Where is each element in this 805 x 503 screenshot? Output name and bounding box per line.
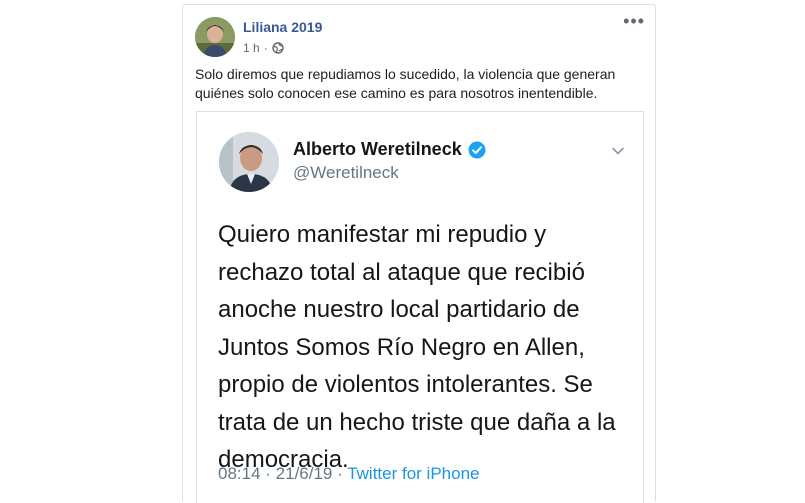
globe-icon[interactable]	[271, 42, 284, 54]
post-meta: 1 h ·	[243, 41, 284, 55]
tweet-body-text: Quiero manifestar mi repudio y rechazo t…	[218, 221, 616, 473]
meta-separator: ·	[263, 41, 268, 55]
tweet-separator: ·	[260, 464, 276, 483]
chevron-down-icon	[612, 147, 624, 155]
post-timestamp[interactable]: 1 h	[243, 41, 260, 55]
post-author-name[interactable]: Liliana 2019	[243, 19, 322, 35]
tweet-footer: 08:14 · 21/6/19 · Twitter for iPhone	[218, 464, 479, 484]
embedded-tweet-screenshot[interactable]: Alberto Weretilneck @Weretilneck Quiero …	[196, 111, 644, 503]
post-text: Solo diremos que repudiamos lo sucedido,…	[195, 66, 616, 101]
tweet-author-handle: @Weretilneck	[293, 163, 399, 182]
tweet-date: 21/6/19	[275, 464, 333, 483]
facebook-post-card: Liliana 2019 1 h · ••• Solo diremos que …	[182, 4, 656, 503]
tweet-author-name: Alberto Weretilneck	[293, 139, 486, 160]
verified-badge-icon	[468, 141, 486, 158]
tweet-time: 08:14	[218, 464, 261, 483]
tweet-author-name-text: Alberto Weretilneck	[293, 139, 462, 159]
tweet-separator: ·	[332, 464, 348, 483]
tweet-source: Twitter for iPhone	[347, 464, 480, 483]
author-avatar[interactable]	[195, 17, 235, 57]
more-options-icon[interactable]: •••	[623, 12, 645, 30]
tweet-author-avatar	[219, 132, 279, 192]
